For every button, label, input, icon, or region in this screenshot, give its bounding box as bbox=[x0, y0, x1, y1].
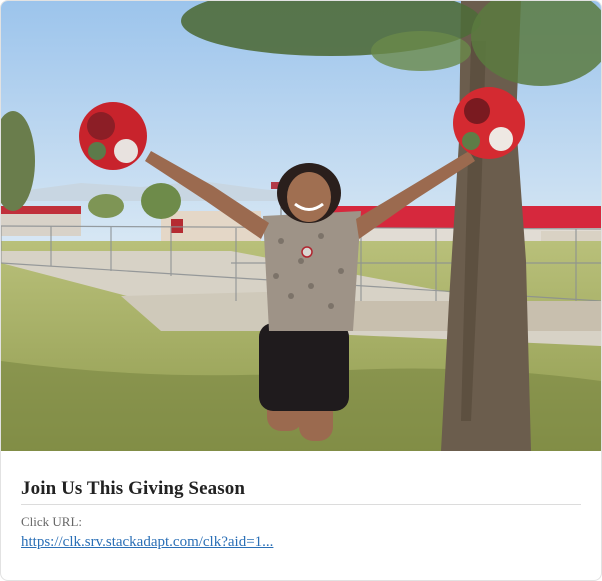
card-body: Join Us This Giving Season Click URL: ht… bbox=[21, 451, 581, 551]
hero-image[interactable] bbox=[1, 1, 601, 451]
pompom-left bbox=[79, 102, 147, 170]
ad-title[interactable]: Join Us This Giving Season bbox=[21, 451, 581, 505]
pompom-right bbox=[453, 87, 525, 159]
click-url-link[interactable]: https://clk.srv.stackadapt.com/clk?aid=1… bbox=[21, 534, 273, 551]
click-url-label: Click URL: bbox=[21, 514, 83, 529]
ad-card[interactable]: Join Us This Giving Season Click URL: ht… bbox=[0, 0, 602, 581]
cheerleader-photo bbox=[1, 1, 601, 451]
